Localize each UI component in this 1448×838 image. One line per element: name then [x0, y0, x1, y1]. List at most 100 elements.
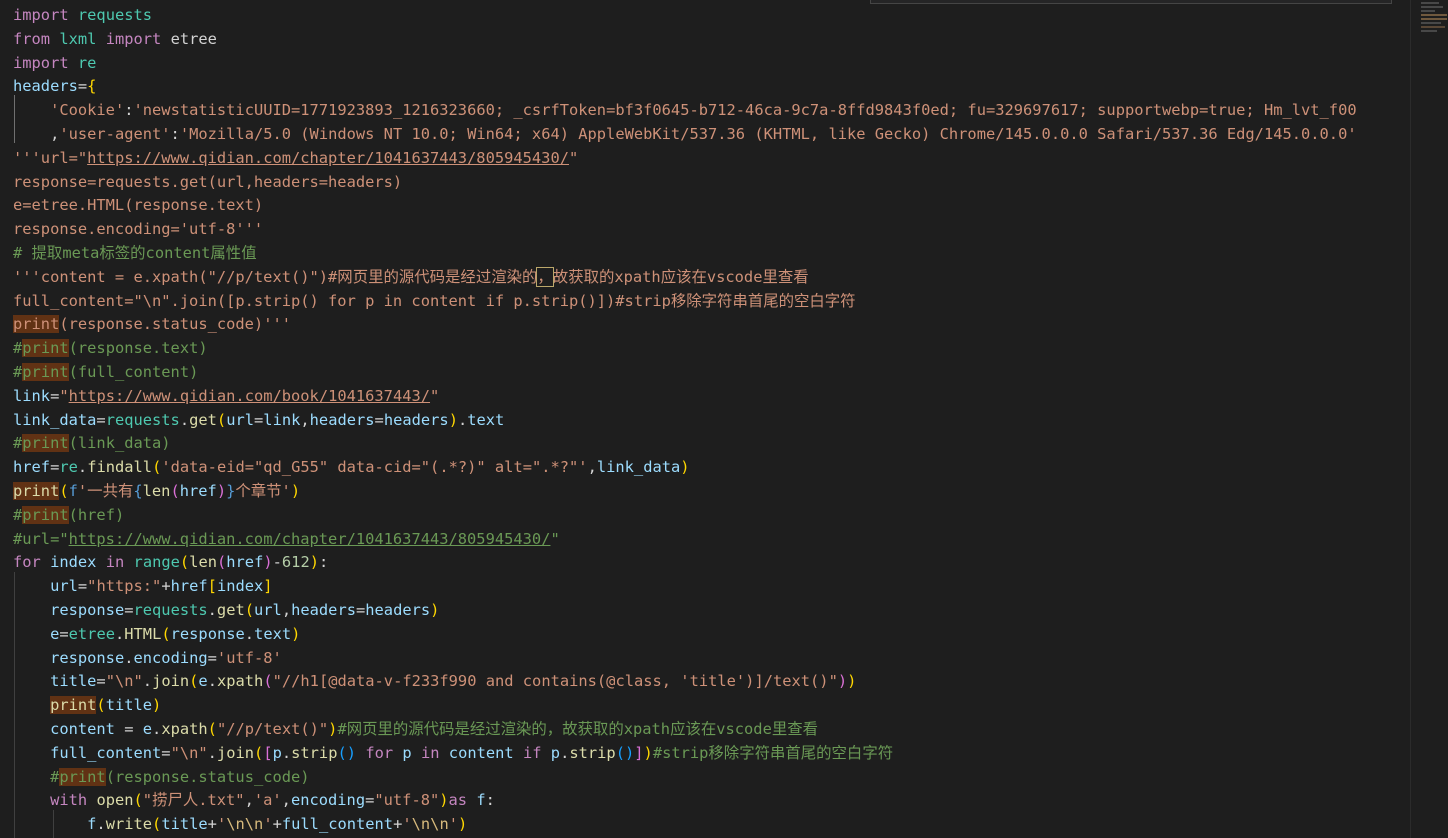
code-token: for — [365, 743, 394, 762]
code-token: import — [13, 6, 69, 24]
code-token: requests — [77, 6, 153, 24]
code-line[interactable]: '''content = e.xpath("//p/text()")#网页里的源… — [13, 266, 809, 290]
code-token: 'a' — [253, 791, 282, 810]
code-token: import — [105, 29, 162, 48]
code-line[interactable]: url="https:"+href[index] — [13, 575, 273, 599]
code-token: = — [207, 648, 217, 667]
code-line[interactable]: # 提取meta标签的content属性值 — [13, 242, 257, 266]
code-token: = — [254, 410, 264, 429]
code-token: ( — [254, 743, 264, 762]
code-token: url — [226, 410, 255, 429]
code-line[interactable]: for index in range(len(href)-612): — [13, 551, 328, 575]
code-token: (response.status_code) — [105, 767, 310, 786]
code-token: print — [22, 505, 69, 524]
code-token: ( — [615, 743, 625, 762]
code-line[interactable]: e=etree.HTML(response.text) — [13, 623, 300, 647]
code-token: , — [281, 601, 292, 619]
code-line[interactable]: headers={ — [13, 75, 96, 99]
code-line[interactable]: content = e.xpath("//p/text()")#网页里的源代码是… — [13, 718, 818, 742]
code-line[interactable]: print(response.status_code)''' — [13, 313, 291, 337]
code-line[interactable]: link_data=requests.get(url=link,headers=… — [13, 409, 504, 433]
code-editor[interactable]: import requests from lxml import etree imp… — [0, 0, 1410, 838]
code-token: len — [142, 482, 171, 500]
code-token: # 提取meta标签的content属性值 — [13, 244, 257, 262]
code-token: ] — [634, 743, 644, 762]
code-token: xpath — [161, 720, 208, 738]
code-token: = — [50, 386, 60, 405]
code-token: \n\n — [411, 815, 449, 834]
code-line[interactable]: full_content="\n".join([p.strip() for p … — [13, 742, 893, 766]
code-token: ( — [263, 672, 273, 691]
code-line[interactable]: response.encoding='utf-8''' — [13, 218, 263, 242]
code-token: ) — [309, 553, 319, 572]
code-token: link — [13, 386, 51, 405]
code-token: # — [13, 434, 23, 453]
code-token: ) — [680, 458, 690, 477]
code-token: "//h1[@data-v-f233f990 and contains(@cla… — [272, 672, 838, 691]
code-token: ( — [337, 743, 347, 762]
code-line[interactable]: response=requests.get(url,headers=header… — [13, 171, 402, 195]
code-line[interactable]: f.write(title+'\n\n'+full_content+'\n\n'… — [13, 813, 467, 837]
code-line[interactable]: #print(response.text) — [13, 337, 208, 361]
code-line[interactable]: #print(href) — [13, 504, 124, 528]
code-token: print — [22, 339, 69, 358]
code-token: (response.status_code)''' — [59, 315, 291, 334]
code-line[interactable]: import re — [13, 52, 96, 76]
code-token: in — [420, 743, 440, 762]
code-token: ) — [643, 743, 653, 762]
minimap[interactable] — [1410, 0, 1448, 838]
code-token: write — [105, 815, 153, 834]
code-token: . — [560, 743, 570, 762]
code-line[interactable]: from lxml import etree — [13, 28, 217, 52]
code-line[interactable]: with open("捞尸人.txt",'a',encoding="utf-8"… — [13, 789, 495, 813]
code-line[interactable]: href=re.findall('data-eid="qd_G55" data-… — [13, 456, 690, 480]
code-token: 个章节' — [235, 482, 291, 500]
code-line[interactable]: #print(response.status_code) — [13, 766, 310, 790]
code-line[interactable]: import requests — [13, 4, 152, 28]
code-token: https://www.qidian.com/chapter/104163744… — [68, 529, 551, 548]
code-token: import — [13, 53, 69, 72]
code-token: join — [152, 672, 190, 691]
code-token: . — [142, 672, 153, 691]
code-line[interactable]: e=etree.HTML(response.text) — [13, 194, 263, 218]
code-line[interactable]: #url="https://www.qidian.com/chapter/104… — [13, 528, 560, 552]
code-token: headers — [365, 601, 431, 619]
code-line[interactable]: #print(full_content) — [13, 361, 198, 385]
code-token: = — [124, 601, 134, 619]
code-line[interactable]: title="\n".join(e.xpath("//h1[@data-v-f2… — [13, 670, 856, 694]
code-line[interactable]: response=requests.get(url,headers=header… — [13, 599, 439, 623]
code-token: content — [448, 743, 514, 762]
code-token: = — [365, 791, 375, 810]
code-line[interactable]: ,'user-agent':'Mozilla/5.0 (Windows NT 1… — [13, 123, 1357, 147]
code-token: ) — [624, 743, 635, 762]
code-token: "捞尸人.txt" — [142, 791, 245, 810]
code-token: join — [216, 743, 254, 762]
code-token: . — [124, 648, 134, 667]
find-widget[interactable] — [870, 0, 1392, 4]
code-token: ( — [216, 410, 227, 429]
code-line[interactable]: 'Cookie':'newstatisticUUID=1771923893_12… — [13, 99, 1357, 123]
code-token: headers — [309, 410, 375, 429]
code-line[interactable]: '''url="https://www.qidian.com/chapter/1… — [13, 147, 578, 171]
code-token: full_content — [281, 815, 394, 834]
code-token: url — [50, 577, 78, 596]
code-token: p — [402, 743, 412, 762]
code-line[interactable]: full_content="\n".join([p.strip() for p … — [13, 290, 856, 314]
code-line[interactable]: print(title) — [13, 694, 161, 718]
code-token: , — [244, 791, 254, 810]
code-line[interactable]: link="https://www.qidian.com/book/104163… — [13, 385, 439, 409]
code-line[interactable]: #print(link_data) — [13, 432, 171, 456]
code-token: "\n" — [170, 743, 208, 762]
code-token: #网页里的源代码是经过渲染的，故获取的xpath应该在vscode里查看 — [337, 720, 819, 738]
code-token: #url=" — [13, 529, 69, 548]
code-token: (href) — [68, 505, 125, 524]
code-token: e — [142, 720, 153, 738]
code-token: encoding — [290, 791, 366, 810]
code-line[interactable]: response.encoding='utf-8' — [13, 647, 282, 671]
code-line[interactable]: print(f'一共有{len(href)}个章节') — [13, 480, 300, 504]
